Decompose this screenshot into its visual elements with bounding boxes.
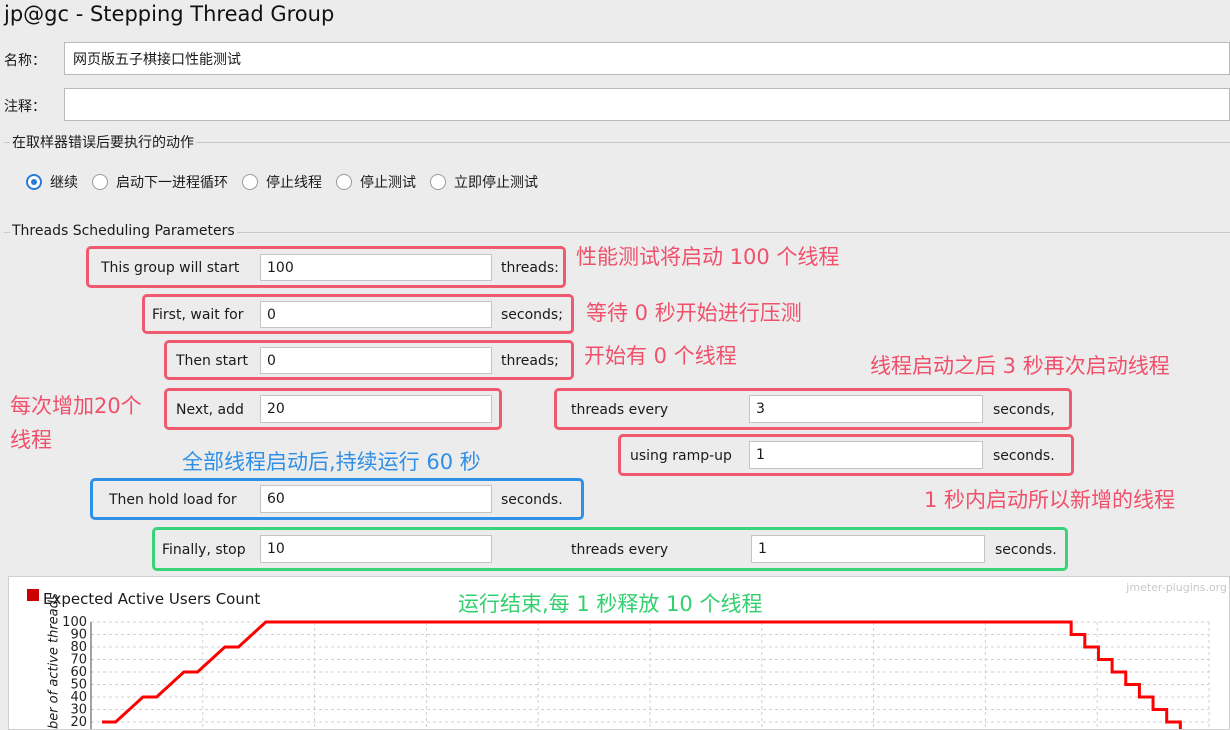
threads-every-label: threads every — [571, 402, 669, 418]
annotation-add-line2: 线程 — [10, 428, 52, 452]
radio-continue-label[interactable]: 继续 — [50, 172, 78, 192]
wait-unit: seconds; — [501, 307, 563, 323]
hold-unit: seconds. — [501, 492, 563, 508]
start-unit: threads: — [501, 260, 559, 276]
radio-stop-thread-label[interactable]: 停止线程 — [266, 172, 322, 192]
annotation-add-line1: 每次增加20个 — [10, 394, 142, 418]
y-axis-label: Number of active threads — [46, 593, 62, 730]
then-start-label: Then start — [176, 353, 248, 369]
finally-stop-every-input[interactable]: 1 — [751, 535, 985, 563]
radio-next-loop[interactable] — [92, 174, 108, 190]
radio-stop-test-label[interactable]: 停止测试 — [360, 172, 416, 192]
then-start-unit: threads; — [501, 353, 559, 369]
annotation-every: 线程启动之后 3 秒再次启动线程 — [870, 354, 1170, 378]
watermark: jmeter-plugins.org — [1126, 581, 1227, 594]
wait-label: First, wait for — [152, 307, 244, 323]
ramp-up-row: using ramp-up 1 seconds. — [618, 434, 1074, 476]
series-line-active-users — [102, 620, 1182, 729]
radio-stop-thread[interactable] — [242, 174, 258, 190]
wait-seconds-input[interactable]: 0 — [260, 301, 492, 328]
start-row: This group will start 100 threads: — [86, 246, 566, 288]
scheduling-title: Threads Scheduling Parameters — [10, 223, 237, 239]
comment-label: 注释： — [4, 99, 46, 115]
finally-stop-middle: threads every — [571, 542, 669, 558]
wait-row: First, wait for 0 seconds; — [142, 294, 574, 334]
radio-next-loop-label[interactable]: 启动下一进程循环 — [116, 172, 228, 192]
annotation-hold: 全部线程启动后,持续运行 60 秒 — [182, 450, 481, 474]
ramp-up-input[interactable]: 1 — [749, 441, 983, 469]
next-add-label: Next, add — [176, 402, 244, 418]
radio-continue[interactable] — [26, 174, 42, 190]
sampler-error-options: 继续 启动下一进程循环 停止线程 停止测试 立即停止测试 — [26, 172, 552, 192]
annotation-ramp: 1 秒内启动所以新增的线程 — [924, 488, 1176, 512]
start-label: This group will start — [101, 260, 240, 276]
radio-stop-now[interactable] — [430, 174, 446, 190]
radio-stop-test[interactable] — [336, 174, 352, 190]
y-tick-label: 100 — [62, 615, 87, 630]
hold-label: Then hold load for — [109, 492, 237, 508]
start-threads-input[interactable]: 100 — [260, 254, 492, 281]
finally-stop-input[interactable]: 10 — [260, 535, 492, 563]
window-title: jp@gc - Stepping Thread Group — [4, 2, 335, 26]
threads-every-unit: seconds, — [993, 402, 1055, 418]
next-add-row: Next, add 20 — [164, 388, 502, 430]
annotation-then-start: 开始有 0 个线程 — [584, 344, 737, 368]
name-input[interactable]: 网页版五子棋接口性能测试 — [64, 42, 1230, 75]
radio-stop-now-label[interactable]: 立即停止测试 — [454, 172, 538, 192]
finally-stop-label: Finally, stop — [162, 542, 246, 558]
then-start-row: Then start 0 threads; — [164, 340, 574, 380]
annotation-stop: 运行结束,每 1 秒释放 10 个线程 — [458, 592, 763, 616]
comment-input[interactable] — [64, 88, 1230, 121]
sampler-error-title: 在取样器错误后要执行的动作 — [10, 132, 196, 152]
annotation-start: 性能测试将启动 100 个线程 — [576, 245, 840, 269]
finally-stop-row: Finally, stop 10 threads every 1 seconds… — [152, 527, 1068, 571]
threads-every-input[interactable]: 3 — [749, 395, 983, 423]
finally-stop-unit: seconds. — [995, 542, 1057, 558]
hold-seconds-input[interactable]: 60 — [260, 485, 492, 513]
legend-swatch — [27, 589, 39, 601]
ramp-up-unit: seconds. — [993, 448, 1055, 464]
legend-label: Expected Active Users Count — [43, 590, 261, 608]
annotation-wait: 等待 0 秒开始进行压测 — [586, 301, 802, 325]
hold-row: Then hold load for 60 seconds. — [90, 478, 584, 520]
name-label: 名称： — [4, 53, 46, 69]
next-add-input[interactable]: 20 — [260, 395, 492, 423]
ramp-up-label: using ramp-up — [630, 448, 732, 464]
threads-every-row: threads every 3 seconds, — [554, 388, 1072, 430]
then-start-input[interactable]: 0 — [260, 347, 492, 374]
